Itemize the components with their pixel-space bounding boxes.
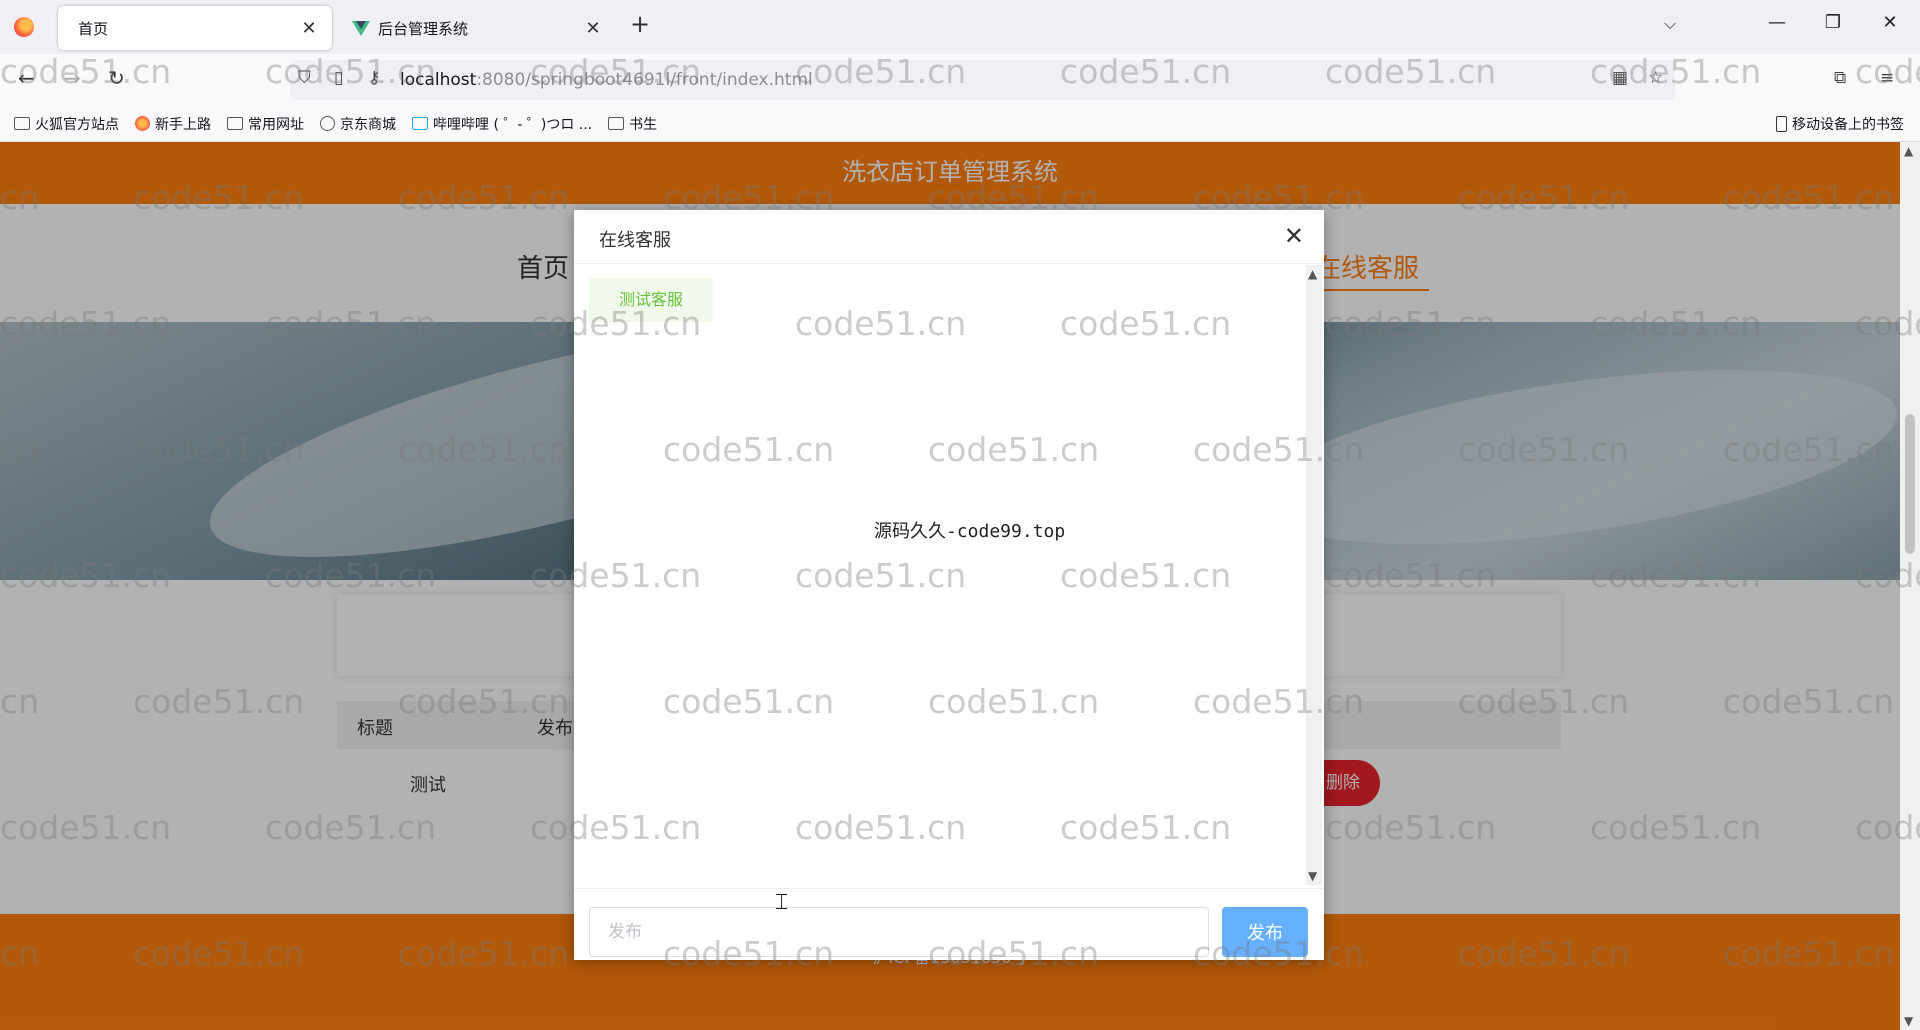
page-scrollbar[interactable]: ▲ ▼ — [1900, 142, 1920, 1030]
menu-icon[interactable]: ≡ — [1880, 68, 1894, 88]
vue-icon — [352, 20, 370, 36]
bookmark-item[interactable]: 京东商城 — [320, 114, 396, 134]
bookmarks-bar: 火狐官方站点 新手上路 常用网址 京东商城 哔哩哔哩 ( ゜- ゜)つロ ...… — [0, 106, 1920, 142]
bookmark-label: 常用网址 — [248, 116, 304, 133]
bookmark-label: 新手上路 — [155, 116, 211, 133]
chat-input[interactable] — [589, 907, 1209, 957]
send-button[interactable]: 发布 — [1222, 907, 1308, 957]
tab-title: 后台管理系统 — [378, 19, 469, 38]
reload-icon[interactable]: ↻ — [108, 66, 125, 90]
dialog-header: 在线客服 ✕ — [574, 210, 1324, 264]
folder-icon — [608, 117, 625, 130]
globe-icon — [320, 116, 335, 131]
back-icon[interactable]: ← — [18, 66, 35, 90]
close-tab-icon[interactable]: ✕ — [298, 18, 320, 39]
url-text[interactable]: localhost:8080/springboot4691l/front/ind… — [400, 70, 813, 90]
firefox-icon[interactable] — [14, 17, 34, 37]
bookmark-item[interactable]: 常用网址 — [227, 114, 304, 134]
scrollbar-thumb[interactable] — [1905, 414, 1915, 554]
firefox-icon — [135, 116, 150, 131]
scroll-down-icon[interactable]: ▼ — [1904, 1014, 1913, 1028]
page-icon[interactable]: ▯ — [334, 68, 343, 88]
scroll-up-icon[interactable]: ▲ — [1904, 144, 1913, 158]
bookmark-item[interactable]: 火狐官方站点 — [14, 114, 119, 134]
chat-scrollbar[interactable]: ▲ ▼ — [1306, 265, 1322, 885]
qr-code-icon[interactable]: ▦ — [1612, 68, 1628, 88]
dialog-title: 在线客服 — [599, 230, 671, 251]
close-tab-icon[interactable]: ✕ — [582, 18, 604, 39]
bookmark-label: 京东商城 — [340, 116, 396, 133]
mobile-bookmarks[interactable]: 移动设备上的书签 — [1776, 106, 1904, 142]
forward-icon[interactable]: → — [64, 66, 81, 90]
url-path: :8080/springboot4691l/front/index.html — [476, 70, 813, 90]
chevron-down-icon[interactable]: ⌵ — [1664, 14, 1676, 34]
close-window-icon[interactable]: ✕ — [1875, 12, 1905, 33]
bookmark-label: 书生 — [629, 116, 658, 133]
tab-title: 首页 — [78, 19, 109, 38]
bookmark-item[interactable]: 书生 — [608, 114, 657, 134]
new-tab-icon[interactable]: + — [630, 10, 650, 38]
scroll-down-icon[interactable]: ▼ — [1308, 869, 1317, 883]
phone-icon — [1776, 116, 1787, 132]
bookmark-label: 哔哩哔哩 ( ゜- ゜)つロ ... — [433, 116, 593, 133]
bilibili-icon — [412, 117, 428, 130]
url-host: localhost — [400, 70, 477, 90]
star-icon[interactable]: ☆ — [1648, 68, 1663, 88]
chat-message-staff: 测试客服 — [589, 278, 714, 322]
minimize-icon[interactable]: — — [1762, 12, 1792, 33]
scroll-up-icon[interactable]: ▲ — [1308, 267, 1317, 281]
extensions-icon[interactable]: ⧉ — [1834, 68, 1846, 88]
key-icon[interactable]: ⚷ — [368, 68, 380, 88]
close-icon[interactable]: ✕ — [1284, 222, 1304, 250]
bookmark-label: 火狐官方站点 — [35, 116, 119, 133]
tab-home[interactable]: 首页 ✕ — [58, 6, 332, 50]
browser-tab-bar: 首页 ✕ 后台管理系统 ✕ + ⌵ — ❐ ✕ — [0, 0, 1920, 54]
bookmark-item[interactable]: 哔哩哔哩 ( ゜- ゜)つロ ... — [412, 114, 592, 134]
center-watermark-text: 源码久久-code99.top — [874, 521, 1066, 542]
folder-icon — [14, 117, 30, 130]
chat-messages[interactable]: 测试客服 源码久久-code99.top — [574, 265, 1306, 885]
text-cursor-icon: ⌶ — [775, 890, 789, 915]
chat-input-row: 发布 — [574, 888, 1324, 960]
tab-admin[interactable]: 后台管理系统 ✕ — [340, 6, 616, 50]
customer-service-dialog: 在线客服 ✕ 测试客服 源码久久-code99.top ▲ ▼ 发布 — [574, 210, 1324, 960]
folder-icon — [227, 117, 243, 130]
mobile-bookmarks-label: 移动设备上的书签 — [1792, 117, 1904, 133]
restore-icon[interactable]: ❐ — [1818, 12, 1848, 33]
bookmark-item[interactable]: 新手上路 — [135, 114, 211, 134]
shield-icon[interactable]: ⛉ — [298, 68, 311, 88]
